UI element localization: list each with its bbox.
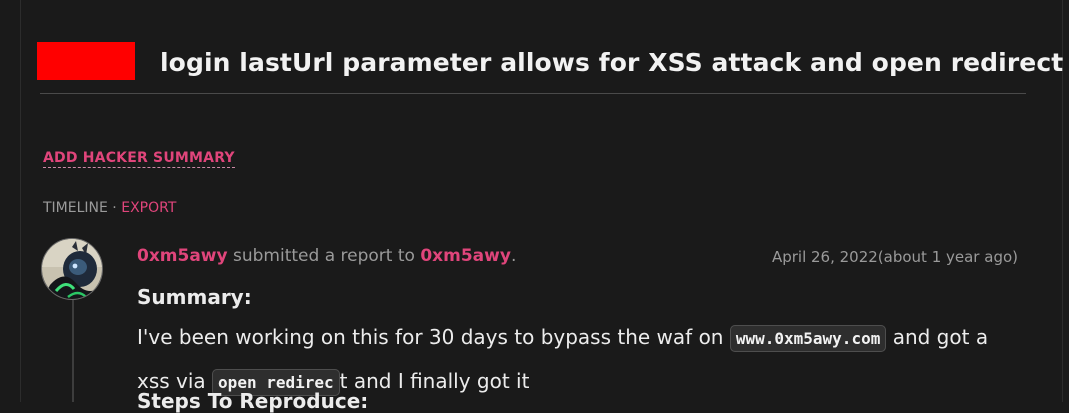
- target-program-link[interactable]: 0xm5awy: [420, 246, 511, 266]
- actor-username-link[interactable]: 0xm5awy: [137, 246, 228, 266]
- report-body: Summary: I've been working on this for 3…: [137, 282, 1017, 404]
- timeline-event-summary: 0xm5awy submitted a report to 0xm5awy.: [137, 246, 516, 266]
- summary-heading: Summary:: [137, 285, 252, 309]
- event-trailing-period: .: [510, 246, 517, 266]
- timeline-connector: [72, 300, 74, 402]
- hacker-avatar-icon[interactable]: [41, 238, 103, 300]
- redacted-block: [37, 42, 135, 80]
- paragraph-text-1: I've been working on this for 30 days to…: [137, 325, 730, 349]
- timeline-header: TIMELINE · EXPORT: [43, 200, 176, 216]
- event-date[interactable]: April 26, 2022(about 1 year ago): [772, 248, 1018, 266]
- avatar-image: [42, 239, 102, 299]
- steps-heading: Steps To Reproduce:: [137, 389, 369, 413]
- timeline-separator: ·: [107, 200, 122, 216]
- export-link[interactable]: EXPORT: [121, 200, 176, 216]
- report-title: login lastUrl parameter allows for XSS a…: [160, 48, 1064, 77]
- timeline-label: TIMELINE: [43, 200, 108, 216]
- event-action-text: submitted a report to: [227, 246, 421, 266]
- report-title-bar: login lastUrl parameter allows for XSS a…: [37, 40, 1063, 94]
- add-hacker-summary-link[interactable]: ADD HACKER SUMMARY: [43, 150, 235, 168]
- inline-code-domain: www.0xm5awy.com: [729, 325, 887, 352]
